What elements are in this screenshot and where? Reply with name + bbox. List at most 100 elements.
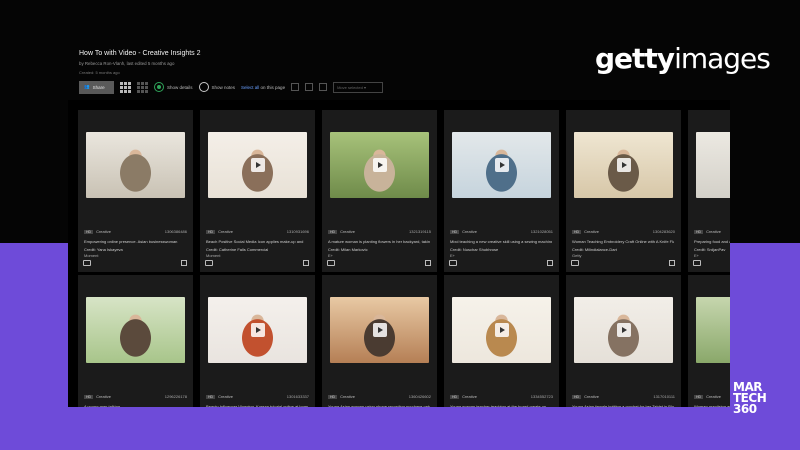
asset-id: 1301633337 [286, 394, 309, 399]
asset-collection: E+ [328, 253, 334, 258]
select-checkbox[interactable] [547, 260, 553, 266]
show-details-toggle[interactable]: Show details [154, 82, 193, 92]
asset-collection: E+ [450, 253, 456, 258]
board-title: How To with Video - Creative Insights 2 [79, 50, 201, 57]
screenshot-stage: How To with Video - Creative Insights 2 … [0, 0, 800, 450]
select-checkbox[interactable] [303, 260, 309, 266]
video-badge-icon: HD [694, 394, 704, 399]
asset-collection: Moment [84, 253, 99, 258]
asset-description: Beach Positive Social Media Icon applies… [206, 239, 304, 244]
asset-card[interactable]: HD Creative 1296226178 A young man talking [78, 275, 193, 407]
watermark-line-3: 360 [733, 402, 757, 416]
download-icon[interactable] [291, 83, 300, 91]
video-thumbnail[interactable] [574, 297, 673, 363]
video-thumbnail[interactable] [86, 132, 185, 198]
asset-id: 1317010111 [653, 394, 675, 399]
asset-type: HD Creative [84, 229, 111, 234]
asset-type-label: Creative [584, 394, 599, 399]
copy-icon[interactable] [305, 83, 314, 91]
asset-collection: E+ [694, 253, 700, 258]
trash-icon[interactable] [319, 83, 328, 91]
video-thumbnail[interactable] [330, 132, 429, 198]
asset-card[interactable]: HD Creative 1304283620 Woman Teaching Embro… [566, 110, 681, 272]
show-notes-toggle[interactable]: Show notes [198, 82, 235, 92]
asset-description: Woman practising and [694, 404, 730, 407]
asset-grid: HD Creative 1306386486 Empowering online pr… [68, 100, 730, 407]
asset-id: 1360426602 [408, 394, 431, 399]
large-grid-view-icon[interactable] [120, 81, 131, 93]
play-icon[interactable] [616, 323, 631, 337]
play-icon[interactable] [494, 323, 509, 337]
asset-id: 1296226178 [164, 394, 187, 399]
asset-card[interactable]: HD Creative 1360426602 Young Asian woman us… [322, 275, 437, 407]
asset-type-label: Creative [340, 229, 355, 234]
comment-icon[interactable] [205, 260, 213, 266]
share-button[interactable]: 👥 Share [79, 80, 114, 94]
asset-card[interactable]: HD Creative 1334552723 Young woman teacher … [444, 275, 559, 407]
play-icon[interactable] [372, 323, 387, 337]
video-thumbnail[interactable] [208, 132, 307, 198]
asset-description: Empowering online presence. Asian busine… [84, 239, 178, 244]
asset-type-label: Creative [584, 229, 599, 234]
play-icon[interactable] [372, 158, 387, 172]
video-badge-icon: HD [450, 229, 460, 234]
comment-icon[interactable] [571, 260, 579, 266]
play-icon[interactable] [616, 158, 631, 172]
select-checkbox[interactable] [181, 260, 187, 266]
asset-card[interactable]: HD Creative 1321319115 A mature woman is pl… [322, 110, 437, 272]
video-thumbnail[interactable] [452, 297, 551, 363]
board-header: How To with Video - Creative Insights 2 … [79, 50, 201, 75]
comment-icon[interactable] [449, 260, 457, 266]
asset-credit: Credit: Milan Markovic [328, 247, 368, 252]
video-badge-icon: HD [328, 229, 338, 234]
asset-type-label: Creative [706, 394, 721, 399]
video-badge-icon: HD [328, 394, 338, 399]
asset-card[interactable]: HD Creative 1317010111 Young Asian female k… [566, 275, 681, 407]
select-checkbox[interactable] [669, 260, 675, 266]
asset-type: HD Creative [206, 394, 233, 399]
video-thumbnail[interactable] [696, 297, 730, 363]
asset-credit: Credit: Nuschar Shubhrose [450, 247, 499, 252]
asset-id: 1304283620 [652, 229, 675, 234]
video-thumbnail[interactable] [208, 297, 307, 363]
play-icon[interactable] [250, 158, 265, 172]
select-checkbox[interactable] [425, 260, 431, 266]
play-icon[interactable] [494, 158, 509, 172]
video-badge-icon: HD [84, 394, 94, 399]
move-selected-dropdown[interactable]: Move selected ▾ [333, 81, 384, 93]
asset-description: Young Asian female knitting a crochet fo… [572, 404, 674, 407]
video-thumbnail[interactable] [574, 132, 673, 198]
asset-card[interactable]: HDCreative1308Woman practising and [688, 275, 730, 407]
asset-card[interactable]: HDCreative1304Preparing food and abCredi… [688, 110, 730, 272]
video-thumbnail[interactable] [452, 132, 551, 198]
video-thumbnail[interactable] [696, 132, 730, 198]
asset-type: HD Creative [84, 394, 111, 399]
asset-description: Preparing food and ab [694, 239, 730, 244]
video-thumbnail[interactable] [86, 297, 185, 363]
asset-id: 1306386486 [164, 229, 187, 234]
video-badge-icon: HD [206, 394, 216, 399]
asset-card[interactable]: HD Creative 1321028051 Mixd teaching a new … [444, 110, 559, 272]
video-thumbnail[interactable] [330, 297, 429, 363]
comment-icon[interactable] [327, 260, 335, 266]
asset-type: HD Creative [328, 229, 355, 234]
comment-icon[interactable] [693, 260, 701, 266]
asset-credit: Credit: Yana Iskayeva [84, 247, 123, 252]
asset-description: Young Asian woman using phone recording … [328, 404, 430, 407]
asset-card[interactable]: HD Creative 1301633337 Beauty Influencer Vl… [200, 275, 315, 407]
select-all-link[interactable]: Select all on this page [241, 85, 285, 90]
asset-type: HD Creative [572, 229, 599, 234]
comment-icon[interactable] [83, 260, 91, 266]
asset-type-label: Creative [96, 229, 111, 234]
asset-card[interactable]: HD Creative 1306386486 Empowering online pr… [78, 110, 193, 272]
asset-credit: Credit: Catherine Falls Commercial [206, 247, 269, 252]
small-grid-view-icon[interactable] [137, 81, 148, 93]
asset-type-label: Creative [218, 229, 233, 234]
play-icon[interactable] [250, 323, 265, 337]
asset-type: HD Creative [206, 229, 233, 234]
select-all-suffix: on this page [259, 84, 286, 90]
asset-card[interactable]: HD Creative 1310931696 Beach Positive Socia… [200, 110, 315, 272]
asset-description: Young woman teacher teaching at the boar… [450, 404, 547, 407]
board-toolbar: 👥 Share Show details Show notes Select a… [79, 80, 384, 94]
asset-description: Mixd teaching a new creative skill using… [450, 239, 552, 244]
